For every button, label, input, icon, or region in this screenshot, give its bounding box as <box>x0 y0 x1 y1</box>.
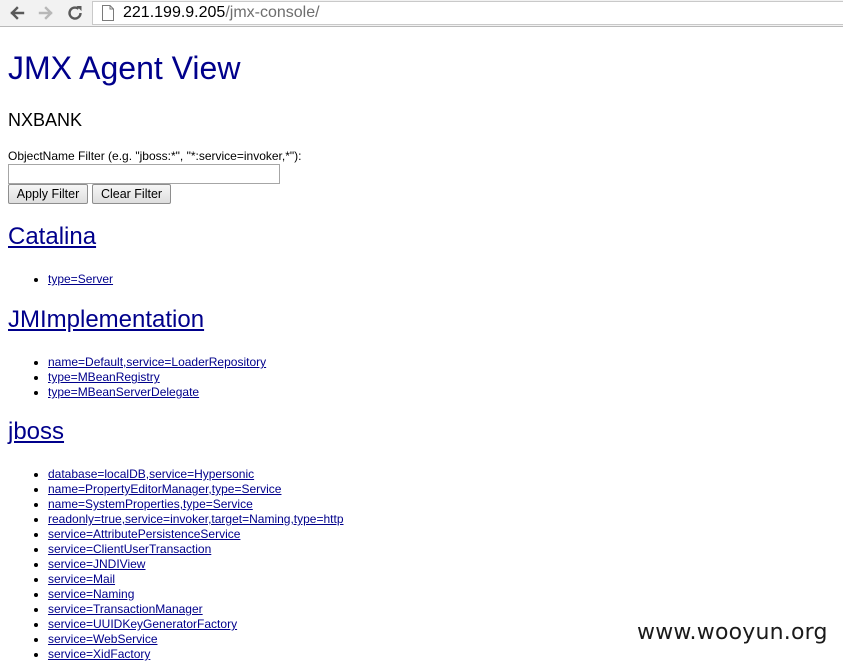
browser-toolbar: 221.199.9.205/jmx-console/ <box>0 0 843 27</box>
mbean-link[interactable]: service=ClientUserTransaction <box>48 542 211 556</box>
mbean-link[interactable]: service=AttributePersistenceService <box>48 527 240 541</box>
list-item: name=SystemProperties,type=Service <box>48 497 344 512</box>
mbean-link[interactable]: name=SystemProperties,type=Service <box>48 497 253 511</box>
mbean-link[interactable]: name=Default,service=LoaderRepository <box>48 355 266 369</box>
url-host: 221.199.9.205 <box>123 4 226 21</box>
list-item: service=JNDIView <box>48 557 344 572</box>
list-item: type=MBeanServerDelegate <box>48 385 266 400</box>
forward-arrow-icon[interactable] <box>35 2 57 24</box>
address-bar[interactable]: 221.199.9.205/jmx-console/ <box>92 1 843 25</box>
mbean-list-jboss: database=localDB,service=Hypersonic name… <box>8 467 344 662</box>
page-icon <box>98 3 118 23</box>
list-item: name=PropertyEditorManager,type=Service <box>48 482 344 497</box>
list-item: service=WebService <box>48 632 344 647</box>
mbean-link[interactable]: type=MBeanServerDelegate <box>48 385 199 399</box>
mbean-link[interactable]: service=Naming <box>48 587 134 601</box>
mbean-link[interactable]: type=MBeanRegistry <box>48 370 160 384</box>
object-name-filter-input[interactable] <box>8 164 280 184</box>
reload-icon[interactable] <box>64 2 86 24</box>
mbean-link[interactable]: service=WebService <box>48 632 158 646</box>
list-item: service=AttributePersistenceService <box>48 527 344 542</box>
url-path: /jmx-console/ <box>225 4 320 21</box>
mbean-list-catalina: type=Server <box>8 272 113 287</box>
mbean-link[interactable]: service=Mail <box>48 572 115 586</box>
agent-name: NXBANK <box>8 110 83 130</box>
filter-label: ObjectName Filter (e.g. "jboss:*", "*:se… <box>8 149 302 163</box>
domain-heading-catalina: Catalina <box>8 223 96 251</box>
mbean-list-jmimplementation: name=Default,service=LoaderRepository ty… <box>8 355 266 400</box>
mbean-link[interactable]: type=Server <box>48 272 113 286</box>
apply-filter-button[interactable]: Apply Filter <box>8 184 88 204</box>
list-item: readonly=true,service=invoker,target=Nam… <box>48 512 344 527</box>
list-item: service=Mail <box>48 572 344 587</box>
list-item: service=ClientUserTransaction <box>48 542 344 557</box>
watermark: www.wooyun.org <box>637 620 828 645</box>
list-item: service=TransactionManager <box>48 602 344 617</box>
mbean-link[interactable]: readonly=true,service=invoker,target=Nam… <box>48 512 344 526</box>
page-title: JMX Agent View <box>8 50 241 86</box>
mbean-link[interactable]: service=UUIDKeyGeneratorFactory <box>48 617 237 631</box>
list-item: name=Default,service=LoaderRepository <box>48 355 266 370</box>
list-item: service=UUIDKeyGeneratorFactory <box>48 617 344 632</box>
mbean-link[interactable]: name=PropertyEditorManager,type=Service <box>48 482 281 496</box>
domain-link-catalina[interactable]: Catalina <box>8 223 96 250</box>
list-item: type=MBeanRegistry <box>48 370 266 385</box>
list-item: service=XidFactory <box>48 647 344 662</box>
list-item: type=Server <box>48 272 113 287</box>
list-item: service=Naming <box>48 587 344 602</box>
domain-heading-jboss: jboss <box>8 418 64 446</box>
domain-heading-jmimplementation: JMImplementation <box>8 306 204 334</box>
domain-link-jmimplementation[interactable]: JMImplementation <box>8 306 204 333</box>
clear-filter-button[interactable]: Clear Filter <box>92 184 171 204</box>
mbean-link[interactable]: service=XidFactory <box>48 647 150 661</box>
mbean-link[interactable]: service=JNDIView <box>48 557 145 571</box>
url-text: 221.199.9.205/jmx-console/ <box>123 4 320 22</box>
domain-link-jboss[interactable]: jboss <box>8 418 64 445</box>
back-arrow-icon[interactable] <box>6 2 28 24</box>
list-item: database=localDB,service=Hypersonic <box>48 467 344 482</box>
mbean-link[interactable]: database=localDB,service=Hypersonic <box>48 467 254 481</box>
mbean-link[interactable]: service=TransactionManager <box>48 602 203 616</box>
